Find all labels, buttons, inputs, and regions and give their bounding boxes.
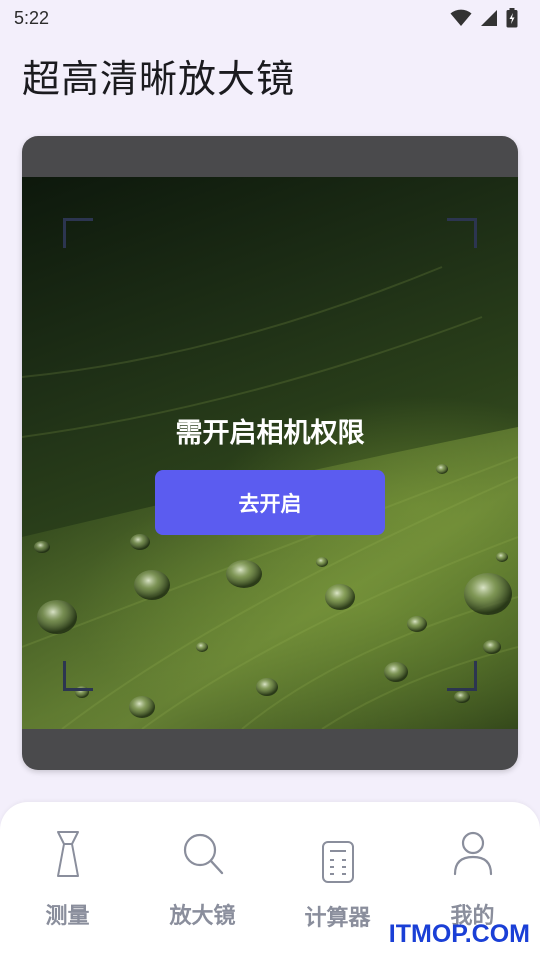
calculator-icon bbox=[321, 841, 354, 883]
enable-camera-button[interactable]: 去开启 bbox=[155, 470, 385, 535]
battery-charging-icon bbox=[506, 8, 518, 28]
scan-frame-corner-bottom-right bbox=[447, 661, 477, 691]
scan-frame-corner-bottom-left bbox=[63, 661, 93, 691]
ruler-icon bbox=[56, 831, 79, 877]
leaf-background-image bbox=[22, 266, 518, 729]
person-icon bbox=[453, 831, 492, 876]
nav-item-magnifier[interactable]: 放大镜 bbox=[135, 802, 270, 960]
nav-label: 测量 bbox=[45, 904, 90, 929]
nav-label: 放大镜 bbox=[169, 904, 236, 929]
nav-label: 计算器 bbox=[304, 906, 371, 931]
magnifier-icon bbox=[183, 833, 223, 875]
wifi-icon bbox=[450, 9, 472, 26]
status-time: 5:22 bbox=[14, 7, 50, 28]
status-bar: 5:22 bbox=[0, 0, 540, 36]
camera-card: 需开启相机权限 去开启 bbox=[22, 136, 518, 770]
cellular-icon bbox=[481, 10, 497, 26]
watermark: ITMOP.COM bbox=[388, 920, 530, 948]
camera-permission-message: 需开启相机权限 bbox=[175, 418, 365, 449]
page-title: 超高清晰放大镜 bbox=[22, 57, 296, 101]
scan-frame-corner-top-right bbox=[447, 218, 477, 248]
status-icons bbox=[450, 8, 518, 28]
nav-item-calculator[interactable]: 计算器 bbox=[270, 802, 405, 960]
scan-frame-corner-top-left bbox=[63, 218, 93, 248]
camera-preview: 需开启相机权限 去开启 bbox=[22, 177, 518, 729]
nav-item-measure[interactable]: 测量 bbox=[0, 802, 135, 960]
